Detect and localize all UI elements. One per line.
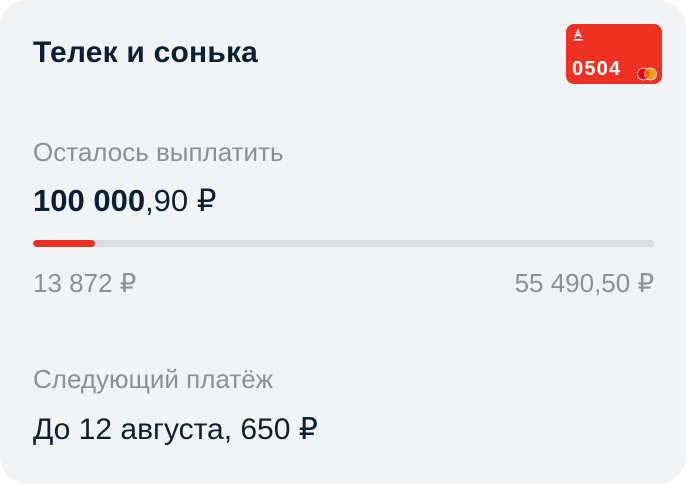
paid-amount: 13 872 ₽ <box>33 268 137 298</box>
payment-progress-fill <box>33 240 96 247</box>
remaining-amount-fraction: ,90 ₽ <box>145 183 217 218</box>
remaining-label: Осталось выплатить <box>33 137 284 167</box>
next-payment-value: До 12 августа, 650 ₽ <box>33 413 318 446</box>
remaining-amount-integer: 100 000 <box>33 183 146 218</box>
payment-progress-bar <box>33 240 654 247</box>
bank-card-thumbnail[interactable]: 0504 <box>566 24 662 84</box>
card-number: 0504 <box>572 58 622 80</box>
mastercard-icon <box>637 67 657 81</box>
next-payment-label: Следующий платёж <box>33 364 274 394</box>
card-title: Телек и сонька <box>33 36 259 69</box>
total-amount: 55 490,50 ₽ <box>514 268 654 298</box>
remaining-amount: 100 000,90 ₽ <box>33 183 217 219</box>
alfa-bank-logo-icon <box>573 28 583 41</box>
installment-card[interactable]: Телек и сонька 0504 Осталось выплатить 1… <box>0 0 686 484</box>
